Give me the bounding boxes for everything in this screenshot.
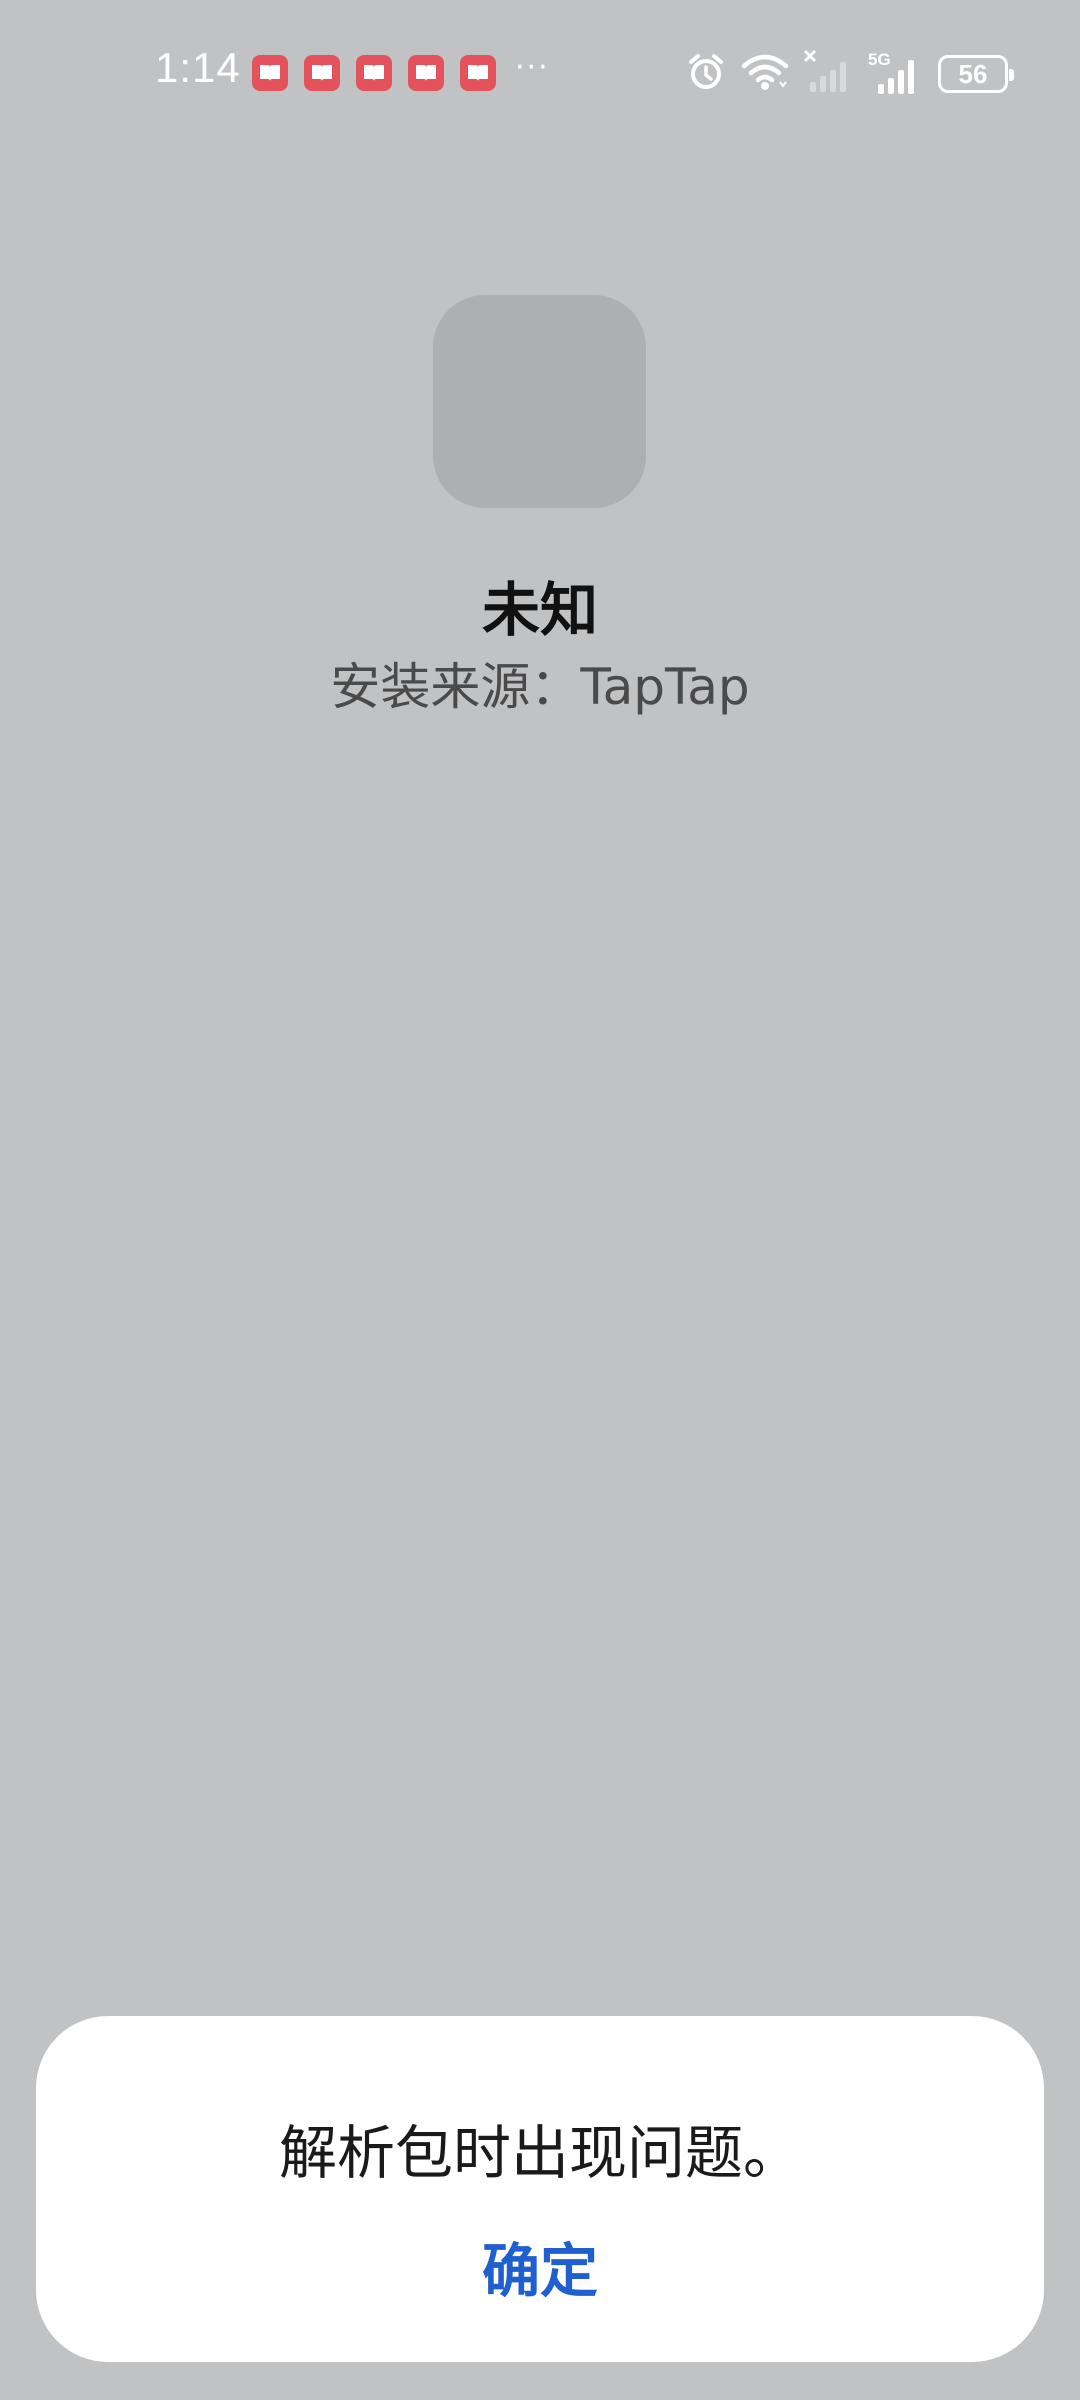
battery-icon: 56 <box>938 55 1014 93</box>
package-installer-screen: 1:14 ··· 5G 56 未知 安装来源：TapTap 解析包时出现问题。 … <box>0 0 1080 2400</box>
status-right-icons: 5G 56 <box>686 50 1014 98</box>
book-app-icon <box>304 55 340 91</box>
book-app-icon <box>408 55 444 91</box>
more-notifications-indicator: ··· <box>515 50 550 85</box>
app-name: 未知 <box>481 576 598 644</box>
alarm-icon <box>686 52 726 96</box>
install-source-label: 安装来源：TapTap <box>330 658 750 716</box>
book-app-icon <box>460 55 496 91</box>
status-bar: 1:14 ··· 5G 56 <box>0 0 1080 140</box>
status-time: 1:14 <box>155 44 241 91</box>
error-dialog: 解析包时出现问题。 确定 <box>36 2016 1044 2362</box>
book-app-icon <box>356 55 392 91</box>
dialog-message: 解析包时出现问题。 <box>278 2119 801 2187</box>
signal-5g-icon: 5G <box>868 50 924 96</box>
confirm-button[interactable]: 确定 <box>440 2216 640 2326</box>
app-icon-placeholder <box>433 295 646 508</box>
wifi-icon <box>740 52 790 96</box>
notification-icons <box>252 55 496 91</box>
book-app-icon <box>252 55 288 91</box>
battery-level: 56 <box>958 58 988 89</box>
signal-no-service-icon <box>804 50 854 98</box>
